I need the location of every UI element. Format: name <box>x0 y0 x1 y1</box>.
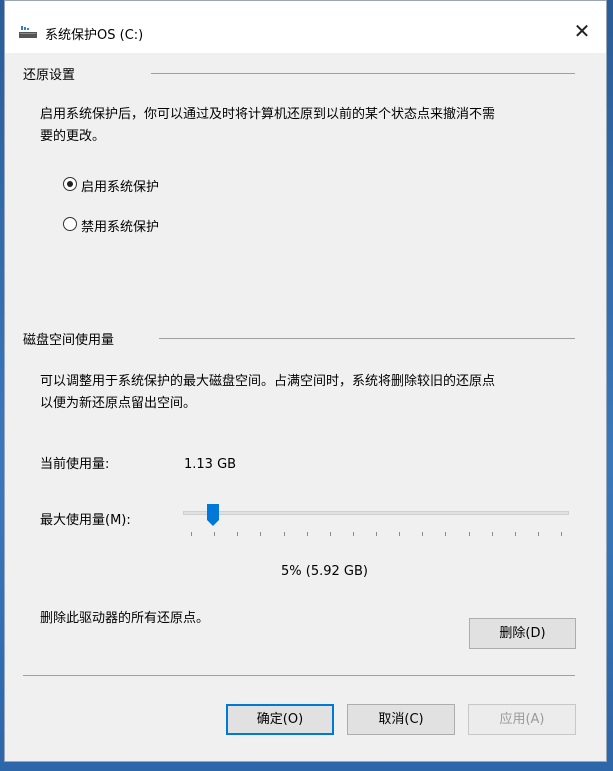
delete-restore-points-text: 删除此驱动器的所有还原点。 <box>40 611 210 626</box>
footer-divider <box>23 675 575 676</box>
slider-tick <box>561 532 562 536</box>
restore-description-line2: 要的更改。 <box>40 129 106 144</box>
slider-tick <box>468 532 470 536</box>
close-icon: ✕ <box>573 19 591 43</box>
radio-selected-dot <box>67 181 73 187</box>
slider-tick <box>376 532 377 536</box>
disk-description-line1: 可以调整用于系统保护的最大磁盘空间。占满空间时，系统将删除较旧的还原点 <box>40 374 496 389</box>
disable-protection-label[interactable]: 禁用系统保护 <box>81 216 159 235</box>
slider-tick <box>329 532 331 536</box>
max-usage-slider-thumb[interactable] <box>207 504 220 526</box>
enable-protection-label[interactable]: 启用系统保护 <box>81 176 159 195</box>
slider-tick <box>399 532 401 536</box>
disk-description-line2: 以便为新还原点留出空间。 <box>40 396 197 411</box>
max-usage-slider-track[interactable] <box>183 511 569 515</box>
slider-tick <box>445 532 447 536</box>
system-protection-dialog: 系统保护OS (C:) ✕ 还原设置 启用系统保护后，你可以通过及时将计算机还原… <box>4 0 607 762</box>
current-usage-label: 当前使用量: <box>40 457 110 472</box>
close-button[interactable]: ✕ <box>568 19 596 43</box>
enable-protection-radio[interactable] <box>63 177 77 191</box>
slider-tick <box>537 532 539 536</box>
slider-tick <box>237 532 239 536</box>
window-title: 系统保护OS (C:) <box>45 28 144 43</box>
slider-tick <box>306 532 308 536</box>
slider-tick <box>260 532 262 536</box>
restore-description-line1: 启用系统保护后，你可以通过及时将计算机还原到以前的某个状态点来撤消不需 <box>40 107 496 122</box>
slider-tick <box>514 532 516 536</box>
disk-usage-divider <box>159 338 575 339</box>
restore-settings-divider <box>151 73 575 74</box>
apply-button[interactable]: 应用(A) <box>468 704 576 735</box>
max-usage-label: 最大使用量(M): <box>40 513 131 528</box>
disk-usage-label: 磁盘空间使用量 <box>23 333 115 348</box>
current-usage-value: 1.13 GB <box>184 457 237 472</box>
ok-button[interactable]: 确定(O) <box>226 704 334 735</box>
slider-tick <box>422 532 424 536</box>
restore-settings-label: 还原设置 <box>23 68 76 83</box>
cancel-button[interactable]: 取消(C) <box>347 704 455 735</box>
slider-tick <box>491 532 493 536</box>
disable-protection-radio[interactable] <box>63 217 77 231</box>
slider-tick <box>191 532 192 536</box>
slider-tick <box>214 532 216 536</box>
drive-icon <box>19 25 37 39</box>
title-bar: 系统保护OS (C:) ✕ <box>5 1 606 53</box>
slider-readout: 5% (5.92 GB) <box>281 564 368 579</box>
slider-tick <box>283 532 285 536</box>
slider-tick <box>352 532 354 536</box>
delete-button[interactable]: 删除(D) <box>469 618 576 649</box>
